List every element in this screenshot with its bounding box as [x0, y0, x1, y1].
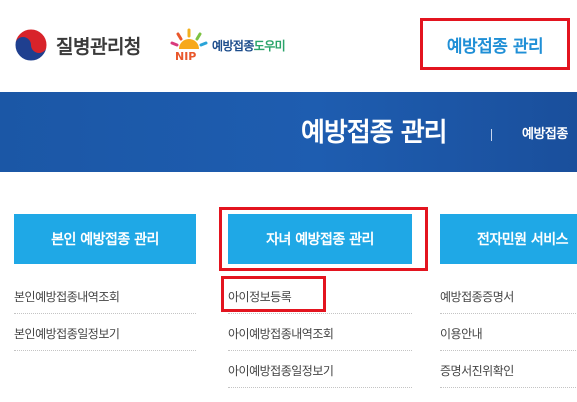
page-title: 예방접종 관리 [301, 118, 448, 148]
list-item-self-schedule[interactable]: 본인예방접종일정보기 [14, 317, 196, 351]
agency-name: 질병관리청 [56, 35, 141, 58]
self-vaccination-button[interactable]: 본인 예방접종 관리 [14, 214, 196, 264]
list-item-usage-guide[interactable]: 이용안내 [440, 317, 577, 351]
list-item-certificate-verify[interactable]: 증명서진위확인 [440, 354, 577, 388]
e-civil-service-button[interactable]: 전자민원 서비스 [440, 214, 577, 264]
kdca-logo[interactable]: 질병관리청 [14, 28, 141, 62]
child-vaccination-button[interactable]: 자녀 예방접종 관리 [228, 214, 412, 264]
self-vaccination-list: 본인예방접종내역조회 본인예방접종일정보기 [14, 280, 196, 351]
e-civil-service-list: 예방접종증명서 이용안내 증명서진위확인 [440, 280, 577, 388]
breadcrumb[interactable]: 예방접종 [522, 123, 568, 142]
list-item-certificate[interactable]: 예방접종증명서 [440, 280, 577, 314]
nip-text-accent: 도우미 [253, 38, 286, 53]
nip-logo[interactable]: NIP 예방접종도우미 [170, 27, 286, 63]
breadcrumb-divider [491, 129, 492, 141]
nip-sun-logo-icon: NIP [170, 28, 208, 63]
nip-text-main: 예방접종 [212, 38, 254, 53]
top-menu-vaccination-management[interactable]: 예방접종 관리 [420, 18, 570, 70]
child-vaccination-list: 아이정보등록 아이예방접종내역조회 아이예방접종일정보기 [228, 280, 412, 388]
column-e-civil-service: 전자민원 서비스 예방접종증명서 이용안내 증명서진위확인 [440, 214, 577, 388]
column-child-vaccination: 자녀 예방접종 관리 아이정보등록 아이예방접종내역조회 아이예방접종일정보기 [228, 214, 412, 388]
page-banner: 예방접종 관리 예방접종 [0, 92, 577, 172]
taegeuk-logo-icon [14, 28, 48, 62]
list-item-child-register[interactable]: 아이정보등록 [228, 280, 412, 314]
nip-letters: NIP [175, 50, 196, 63]
list-item-child-history[interactable]: 아이예방접종내역조회 [228, 317, 412, 351]
list-item-self-history[interactable]: 본인예방접종내역조회 [14, 280, 196, 314]
column-self-vaccination: 본인 예방접종 관리 본인예방접종내역조회 본인예방접종일정보기 [14, 214, 196, 351]
list-item-child-schedule[interactable]: 아이예방접종일정보기 [228, 354, 412, 388]
site-header: 질병관리청 NIP 예방접종도우미 예방접종 관리 [0, 0, 577, 92]
